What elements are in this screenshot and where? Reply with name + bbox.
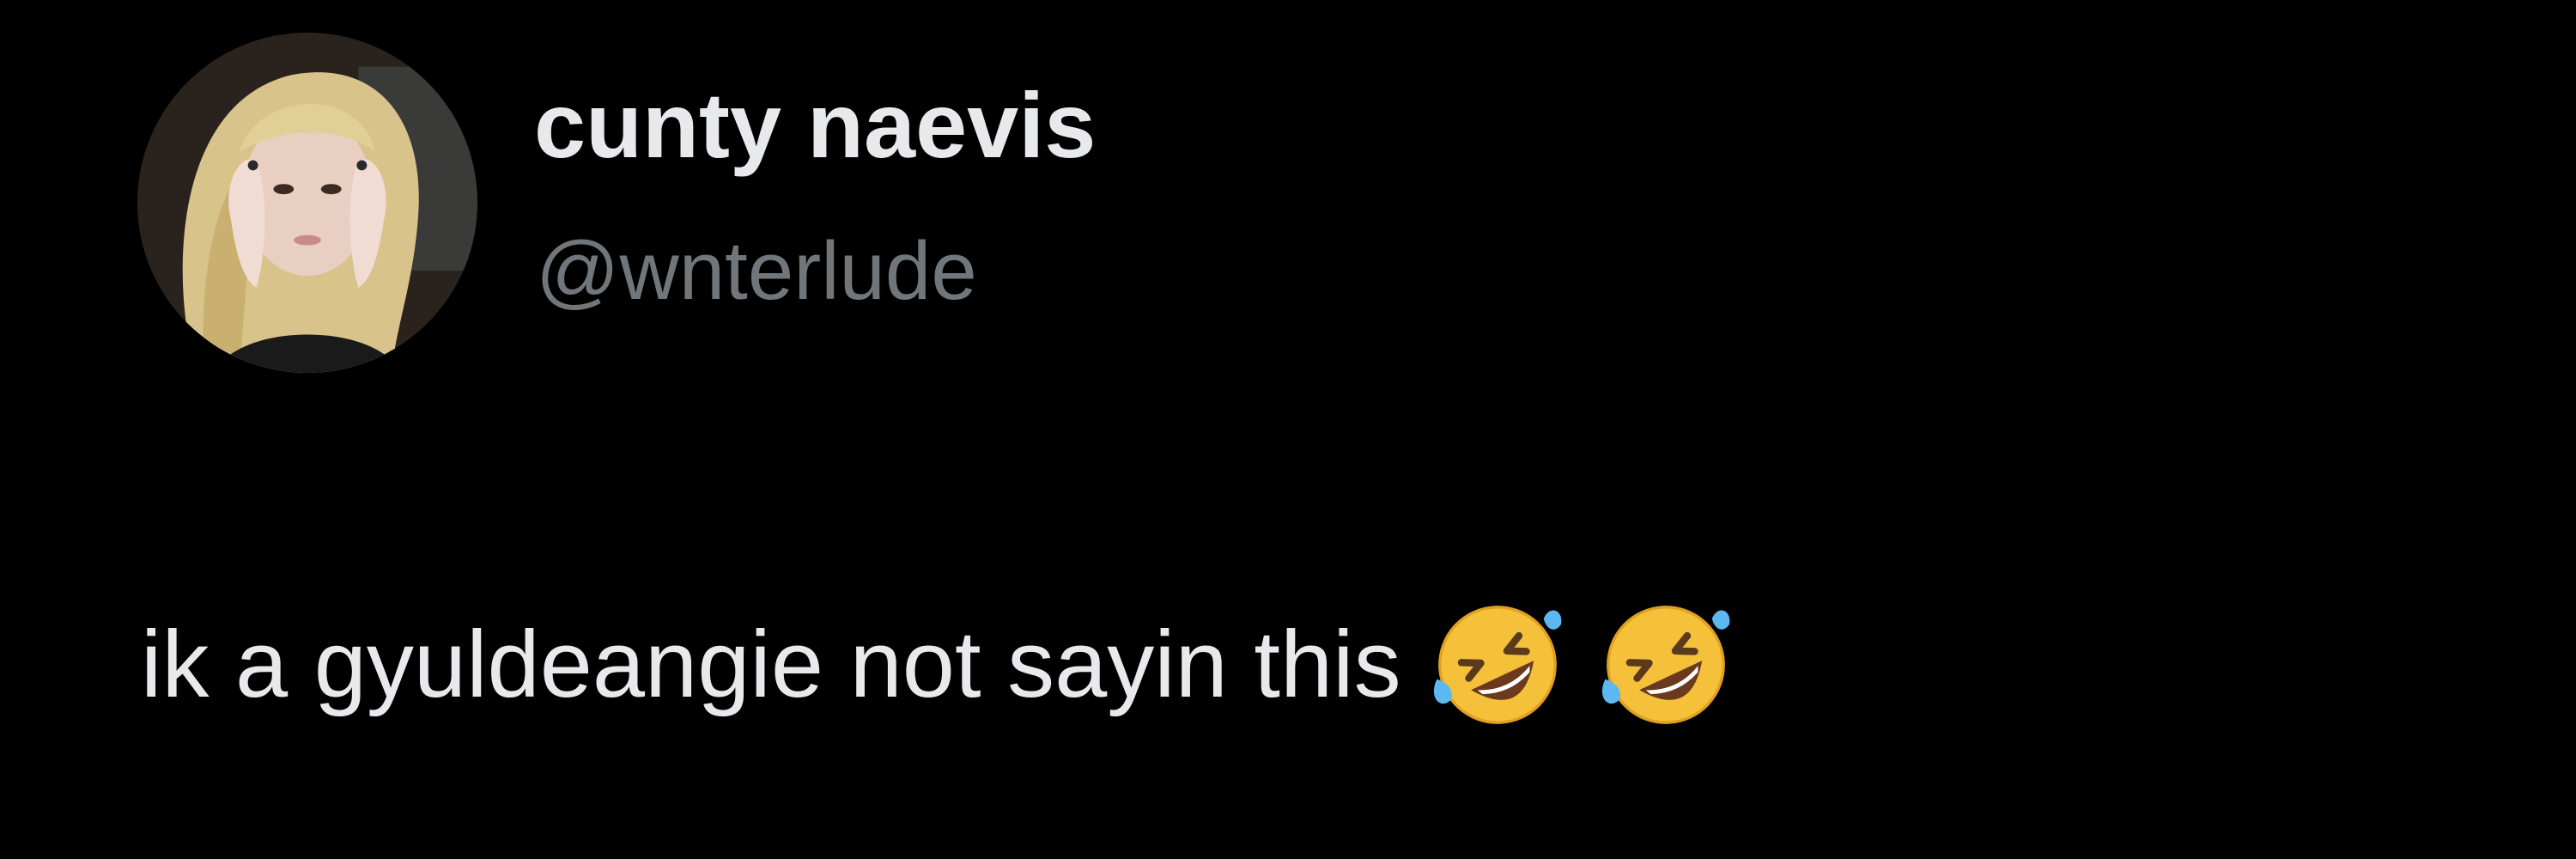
avatar-photo-icon xyxy=(137,33,477,373)
tweet-card: cunty naevis @wnterlude ik a gyuldeangie… xyxy=(0,0,2576,859)
tweet-body-text: ik a gyuldeangie not sayin this xyxy=(141,612,1401,717)
display-name[interactable]: cunty naevis xyxy=(534,79,1096,172)
user-handle[interactable]: @wnterlude xyxy=(536,230,977,313)
rolling-laughing-emoji-icon xyxy=(1594,593,1738,737)
tweet-text: ik a gyuldeangie not sayin this xyxy=(141,593,1738,737)
rolling-laughing-emoji-icon xyxy=(1425,593,1570,737)
avatar[interactable] xyxy=(137,33,477,373)
